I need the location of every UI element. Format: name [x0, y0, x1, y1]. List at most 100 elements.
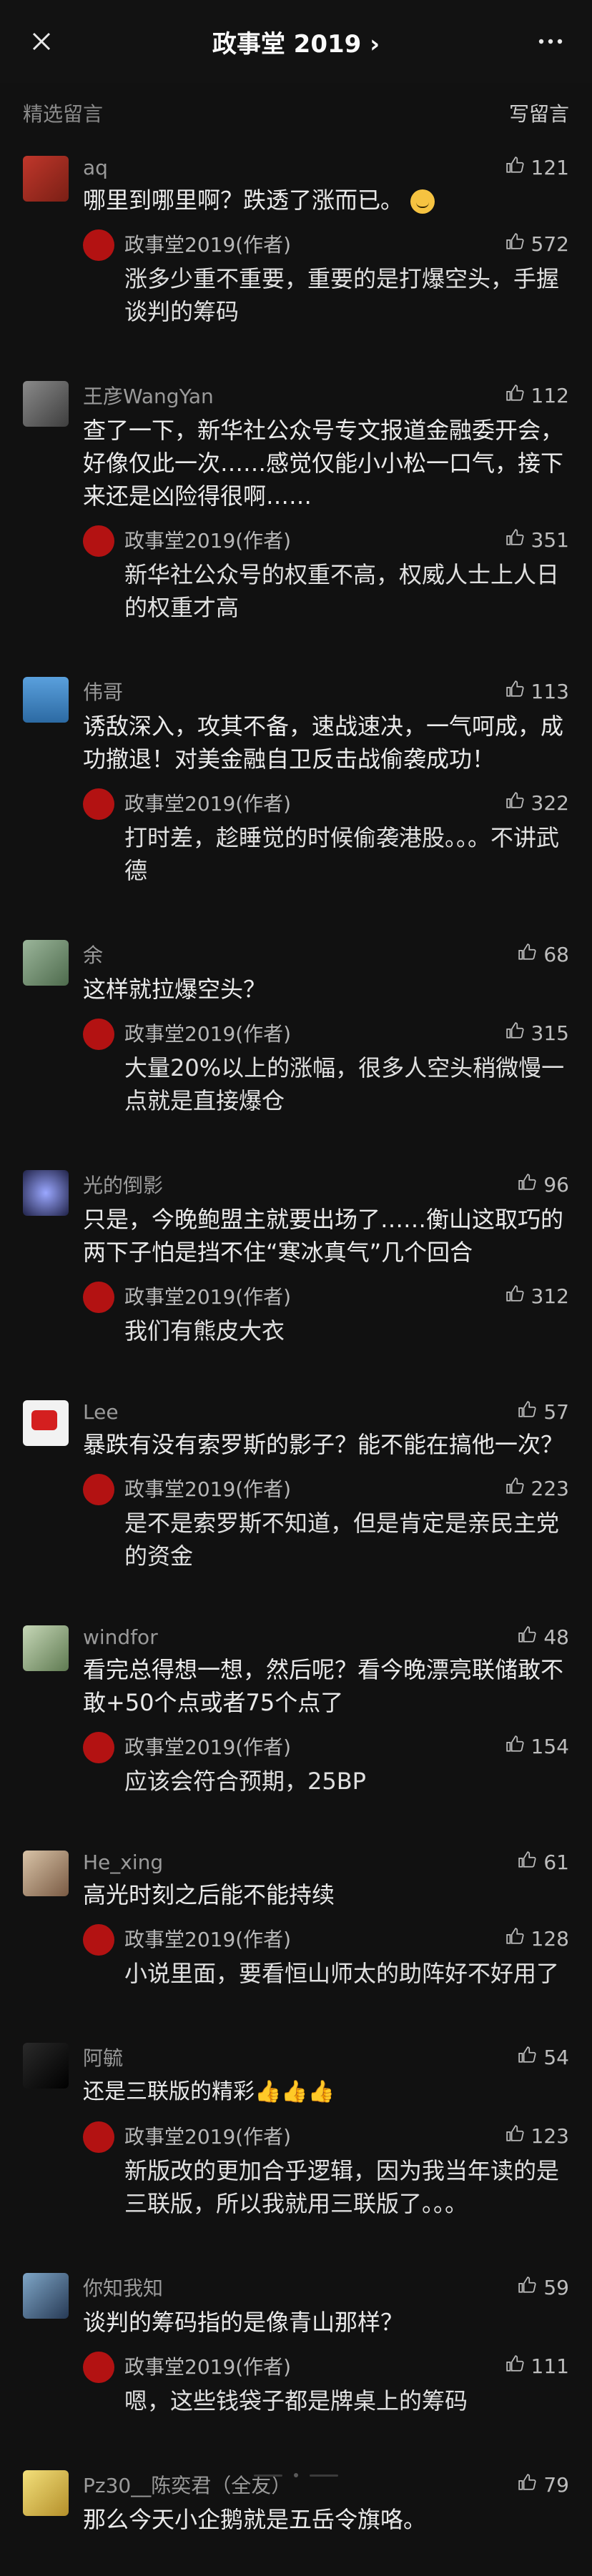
like-count: 315	[531, 1021, 569, 1045]
avatar[interactable]	[23, 1851, 69, 1896]
comment-item: 光的倒影 96 只是，今晚鲍盟主就要出场了……衡山这取巧的两下子怕是挡不住“寒冰…	[23, 1157, 569, 1387]
comment-item: 你知我知 59 谈判的筹码指的是像青山那样？ 政事堂2019(作者) 111	[23, 2260, 569, 2457]
author-avatar	[83, 2121, 114, 2153]
like-button[interactable]: 96	[518, 1173, 569, 1197]
like-button[interactable]: 128	[505, 1927, 569, 1951]
reply-text: 小说里面，要看恒山师太的助阵好不好用了	[124, 1957, 569, 1990]
reply-username: 政事堂2019(作者)	[124, 2352, 291, 2380]
comment-username[interactable]: windfor	[83, 1625, 158, 1649]
like-button[interactable]: 61	[518, 1851, 569, 1874]
like-count: 112	[531, 384, 569, 407]
thumb-up-icon	[505, 232, 524, 256]
page-title[interactable]: 政事堂 2019 ›	[212, 24, 380, 59]
avatar[interactable]	[23, 940, 69, 986]
like-button[interactable]: 54	[518, 2046, 569, 2069]
avatar[interactable]	[23, 2273, 69, 2319]
comment-username[interactable]: Lee	[83, 1400, 119, 1424]
like-button[interactable]: 113	[505, 680, 569, 703]
like-button[interactable]: 123	[505, 2124, 569, 2148]
like-button[interactable]: 59	[518, 2276, 569, 2299]
like-count: 322	[531, 791, 569, 815]
comment-username[interactable]: 伟哥	[83, 677, 123, 705]
thumb-up-icon	[505, 2354, 524, 2378]
thumb-up-icon	[505, 1927, 524, 1951]
like-button[interactable]: 48	[518, 1625, 569, 1649]
like-count: 68	[543, 943, 569, 966]
thumb-up-icon	[505, 680, 524, 703]
avatar[interactable]	[23, 156, 69, 202]
comment-username[interactable]: 阿毓	[83, 2043, 123, 2071]
comment-text: 查了一下，新华社公众号专文报道金融委开会，好像仅此一次……感觉仅能小小松一口气，…	[83, 414, 569, 512]
avatar[interactable]	[23, 1625, 69, 1671]
thumb-up-icon	[518, 1625, 536, 1649]
like-button[interactable]: 111	[505, 2354, 569, 2378]
reply-text: 大量20%以上的涨幅，很多人空头稍微慢一点就是直接爆仓	[124, 1051, 569, 1117]
like-button[interactable]: 351	[505, 528, 569, 552]
thumb-up-icon	[518, 1851, 536, 1874]
thumb-up-icon	[505, 1477, 524, 1500]
author-avatar	[83, 1732, 114, 1763]
like-count: 154	[531, 1735, 569, 1758]
author-avatar	[83, 1019, 114, 1050]
like-count: 61	[543, 1851, 569, 1874]
avatar[interactable]	[23, 1400, 69, 1446]
like-count: 351	[531, 528, 569, 552]
author-reply: 政事堂2019(作者) 351 新华社公众号的权重不高，权威人士上人日的权重才高	[83, 525, 569, 624]
comment-list: aq 121 哪里到哪里啊？跌透了涨而已。 政事堂2019(作者) 572	[0, 143, 592, 2576]
comment-username[interactable]: 你知我知	[83, 2273, 163, 2302]
bottom-indicator	[0, 2473, 592, 2477]
comment-text: 看完总得想一想，然后呢？看今晚漂亮联储敢不敢+50个点或者75个点了	[83, 1653, 569, 1719]
avatar[interactable]	[23, 2043, 69, 2089]
like-count: 59	[543, 2276, 569, 2299]
comment-item: 王彦WangYan 112 查了一下，新华社公众号专文报道金融委开会，好像仅此一…	[23, 368, 569, 664]
like-button[interactable]: 315	[505, 1021, 569, 1045]
avatar[interactable]	[23, 677, 69, 723]
comment-username[interactable]: He_xing	[83, 1851, 163, 1874]
like-button[interactable]: 154	[505, 1735, 569, 1758]
avatar[interactable]	[23, 1170, 69, 1216]
comment-item: 阿毓 54 还是三联版的精彩👍👍👍 政事堂2019(作者) 123	[23, 2030, 569, 2260]
featured-label: 精选留言	[23, 99, 103, 127]
reply-text: 是不是索罗斯不知道，但是肯定是亲民主党的资金	[124, 1507, 569, 1572]
close-icon[interactable]	[26, 26, 57, 57]
like-button[interactable]: 322	[505, 791, 569, 815]
comments-header: 精选留言 写留言	[0, 83, 592, 143]
write-comment-button[interactable]: 写留言	[509, 99, 569, 127]
comment-username[interactable]: aq	[83, 156, 108, 179]
indicator-bar	[310, 2475, 338, 2477]
reply-username: 政事堂2019(作者)	[124, 1732, 291, 1760]
avatar[interactable]	[23, 381, 69, 427]
like-count: 48	[543, 1625, 569, 1649]
author-reply: 政事堂2019(作者) 322 打时差，趁睡觉的时候偷袭港股。。。不讲武德	[83, 788, 569, 887]
like-button[interactable]: 223	[505, 1477, 569, 1500]
more-icon[interactable]	[535, 26, 566, 57]
like-button[interactable]: 572	[505, 232, 569, 256]
thumb-up-icon	[518, 1400, 536, 1424]
like-button[interactable]: 68	[518, 943, 569, 966]
reply-username: 政事堂2019(作者)	[124, 788, 291, 817]
author-reply: 政事堂2019(作者) 123 新版改的更加合乎逻辑，因为我当年读的是三联版，所…	[83, 2121, 569, 2220]
thumb-up-icon	[505, 1735, 524, 1758]
author-reply: 政事堂2019(作者) 154 应该会符合预期，25BP	[83, 1732, 569, 1798]
author-reply: 政事堂2019(作者) 111 嗯，这些钱袋子都是牌桌上的筹码	[83, 2352, 569, 2417]
comment-username[interactable]: 光的倒影	[83, 1170, 163, 1199]
like-count: 312	[531, 1284, 569, 1308]
author-avatar	[83, 2352, 114, 2383]
comment-username[interactable]: 余	[83, 940, 103, 969]
reply-text: 我们有熊皮大衣	[124, 1314, 569, 1347]
comment-text: 诱敌深入，攻其不备，速战速决，一气呵成，成功撤退！对美金融自卫反击战偷袭成功！	[83, 710, 569, 776]
author-reply: 政事堂2019(作者) 315 大量20%以上的涨幅，很多人空头稍微慢一点就是直…	[83, 1019, 569, 1117]
top-bar: 政事堂 2019 ›	[0, 0, 592, 83]
thumb-up-icon	[518, 2046, 536, 2069]
comment-item: windfor 48 看完总得想一想，然后呢？看今晚漂亮联储敢不敢+50个点或者…	[23, 1613, 569, 1838]
comment-text: 暴跌有没有索罗斯的影子？能不能在搞他一次？	[83, 1428, 569, 1461]
like-button[interactable]: 112	[505, 384, 569, 407]
like-button[interactable]: 121	[505, 156, 569, 179]
author-reply: 政事堂2019(作者) 572 涨多少重不重要，重要的是打爆空头，手握谈判的筹码	[83, 229, 569, 328]
comment-text: 那么今天小企鹅就是五岳令旗咯。	[83, 2503, 569, 2536]
like-button[interactable]: 312	[505, 1284, 569, 1308]
like-count: 113	[531, 680, 569, 703]
comment-username[interactable]: 王彦WangYan	[83, 381, 214, 410]
like-button[interactable]: 57	[518, 1400, 569, 1424]
smile-emoji-icon	[410, 189, 435, 214]
